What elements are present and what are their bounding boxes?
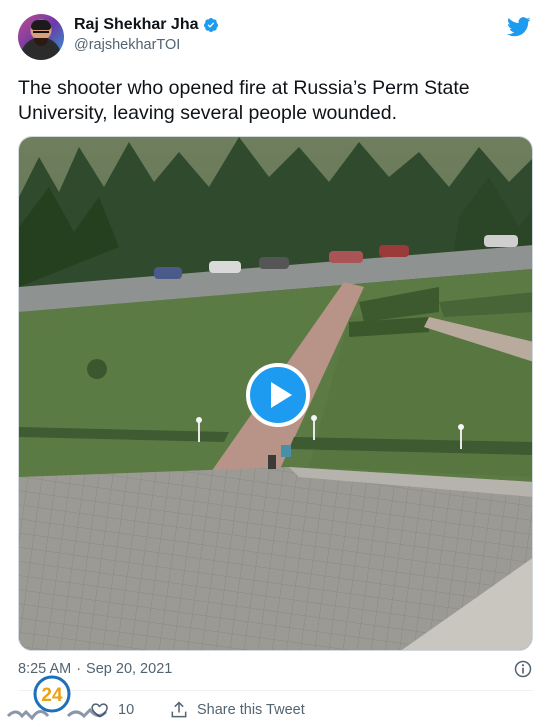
play-icon [270, 382, 292, 408]
watermark-number: 24 [41, 685, 63, 706]
author-name-row: Raj Shekhar Jha [74, 16, 219, 34]
avatar-glasses [33, 31, 49, 35]
author-display-name[interactable]: Raj Shekhar Jha [74, 16, 199, 34]
news-logo-watermark: 24 [6, 675, 108, 721]
author-block: Raj Shekhar Jha @rajshekharTOI [74, 16, 219, 53]
share-button[interactable]: Share this Tweet [169, 700, 305, 720]
twitter-bird-icon[interactable] [507, 16, 531, 38]
tweet-header: Raj Shekhar Jha @rajshekharTOI [18, 14, 533, 66]
video-thumbnail[interactable] [18, 136, 533, 651]
info-icon[interactable] [513, 659, 533, 679]
avatar[interactable] [18, 14, 64, 60]
tweet-embed-card: Raj Shekhar Jha @rajshekharTOI The shoot… [0, 0, 549, 728]
play-button[interactable] [246, 363, 310, 427]
share-label: Share this Tweet [197, 702, 305, 718]
verified-badge-icon [203, 18, 218, 32]
avatar-beard [34, 38, 48, 46]
tweet-text: The shooter who opened fire at Russia’s … [18, 77, 470, 124]
avatar-hair [31, 20, 51, 30]
author-handle[interactable]: @rajshekharTOI [74, 37, 219, 53]
share-icon [171, 701, 187, 718]
